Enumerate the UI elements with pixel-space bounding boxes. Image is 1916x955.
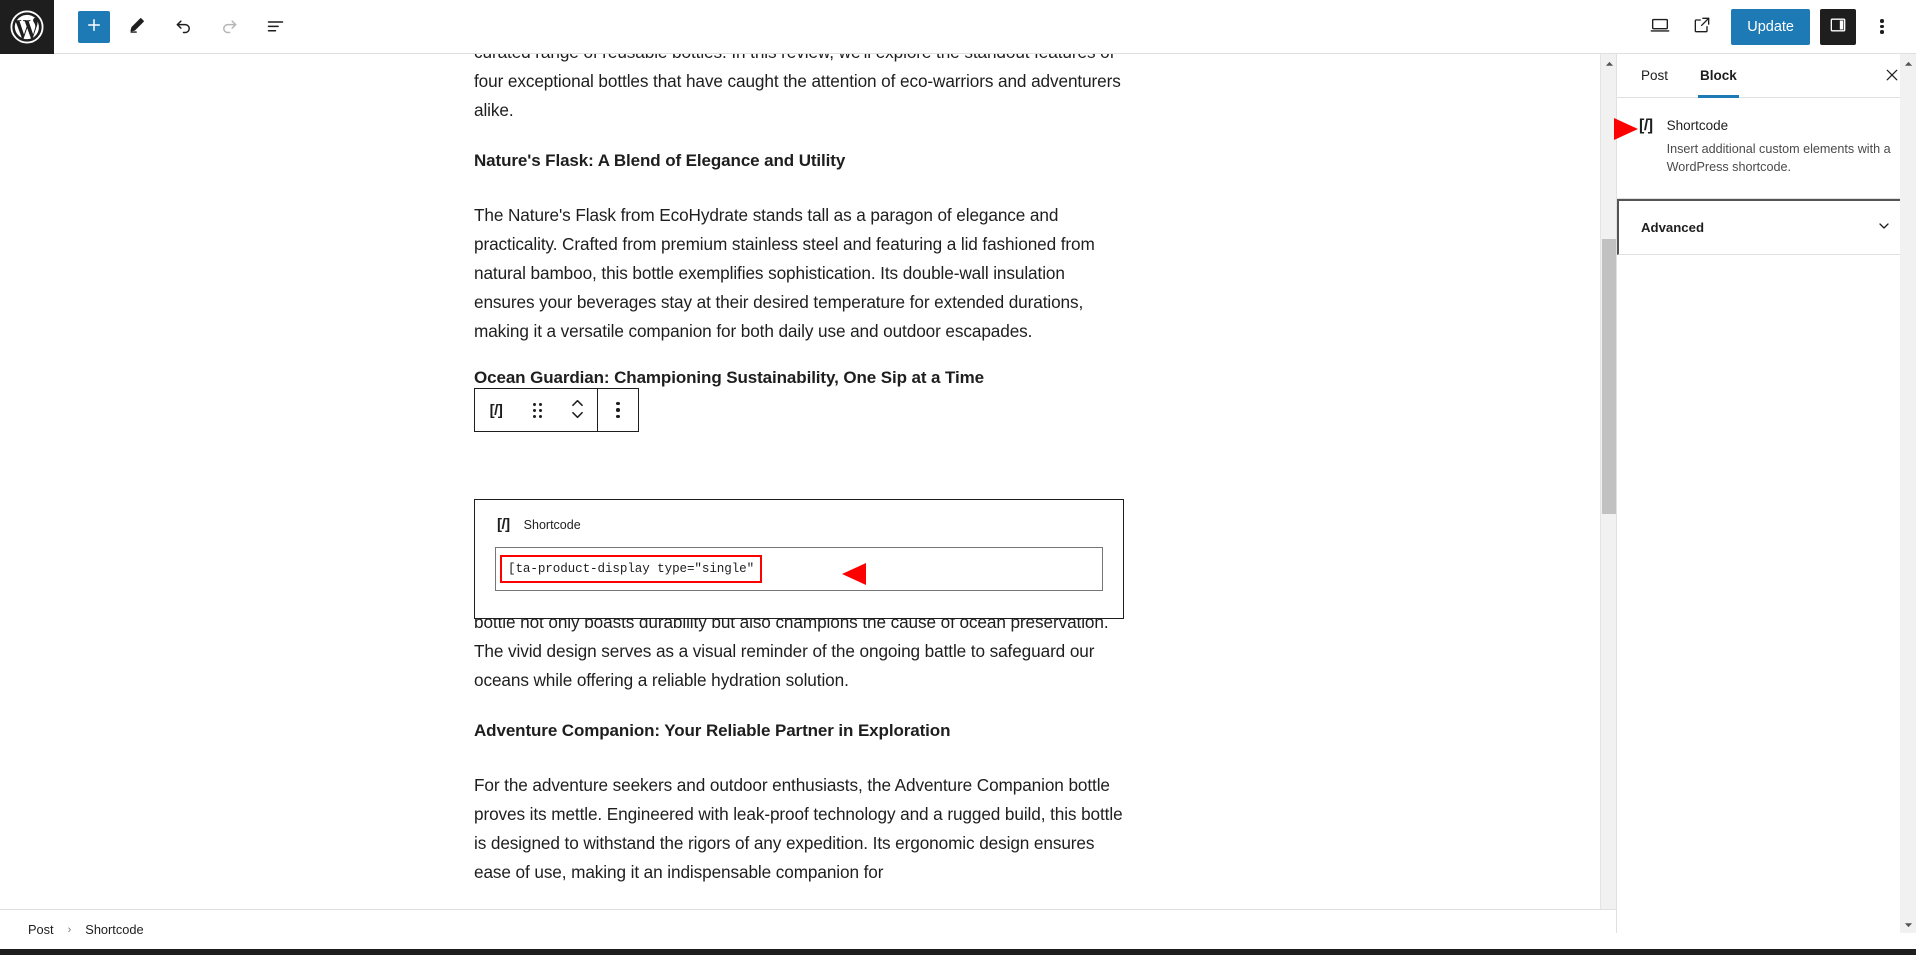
breadcrumb-separator: › bbox=[67, 923, 72, 936]
paragraph-block[interactable]: For the adventure seekers and outdoor en… bbox=[474, 771, 1124, 886]
block-toolbar-main-group: [/] bbox=[475, 389, 597, 431]
breadcrumb: Post › Shortcode bbox=[0, 909, 1616, 949]
sidebar-scrollbar[interactable] bbox=[1900, 54, 1916, 933]
chevron-down-icon bbox=[1876, 218, 1892, 237]
preview-button[interactable] bbox=[1641, 8, 1679, 46]
shortcode-block-label: Shortcode bbox=[523, 517, 581, 532]
move-up-down-icon bbox=[570, 397, 585, 424]
document-overview-icon bbox=[265, 15, 286, 39]
block-card-text: Shortcode Insert additional custom eleme… bbox=[1667, 116, 1894, 176]
block-card-description: Insert additional custom elements with a… bbox=[1666, 142, 1891, 174]
sidebar-panel-icon bbox=[1828, 15, 1848, 38]
update-button[interactable]: Update bbox=[1731, 8, 1810, 45]
breadcrumb-item-shortcode[interactable]: Shortcode bbox=[81, 919, 147, 940]
breadcrumb-item-post[interactable]: Post bbox=[24, 919, 58, 940]
top-bar-right-tools: Update bbox=[1641, 8, 1916, 46]
settings-sidebar: Post Block [/] Shortcode Insert addition… bbox=[1616, 54, 1916, 933]
view-post-button[interactable] bbox=[1683, 8, 1721, 46]
tools-button[interactable] bbox=[118, 8, 156, 46]
scroll-up-button[interactable] bbox=[1601, 54, 1617, 71]
post-content-column: curated range of reusable bottles. In th… bbox=[474, 54, 1124, 911]
block-toolbar: [/] bbox=[474, 388, 639, 432]
sidebar-scroll-down-button[interactable] bbox=[1900, 916, 1916, 933]
pencil-icon bbox=[127, 15, 147, 38]
desktop-preview-icon bbox=[1649, 14, 1671, 39]
chevron-down-icon bbox=[1904, 916, 1913, 934]
shortcode-block[interactable]: [/] Shortcode bbox=[474, 499, 1124, 619]
wordpress-logo-icon bbox=[10, 9, 44, 44]
panel-advanced[interactable]: Advanced bbox=[1617, 199, 1916, 255]
more-options-icon bbox=[616, 401, 620, 419]
shortcode-block-header: [/] Shortcode bbox=[495, 516, 1103, 533]
tab-block[interactable]: Block bbox=[1684, 54, 1753, 98]
paragraph-block[interactable]: The Nature's Flask from EcoHydrate stand… bbox=[474, 201, 1124, 345]
block-card-title: Shortcode bbox=[1666, 118, 1729, 133]
editor-options-button[interactable] bbox=[1864, 9, 1900, 45]
block-card: [/] Shortcode Insert additional custom e… bbox=[1617, 98, 1916, 199]
drag-handle-button[interactable] bbox=[517, 389, 557, 431]
heading-block[interactable]: Adventure Companion: Your Reliable Partn… bbox=[474, 718, 1124, 744]
redo-icon bbox=[219, 15, 240, 39]
editor-top-bar: Update bbox=[0, 0, 1916, 54]
block-movers-button[interactable] bbox=[557, 389, 597, 431]
sidebar-tab-list: Post Block bbox=[1617, 54, 1916, 98]
shortcode-input-wrapper[interactable] bbox=[495, 547, 1103, 591]
block-type-button[interactable]: [/] bbox=[475, 389, 517, 431]
sidebar-scroll-up-button[interactable] bbox=[1900, 54, 1916, 71]
editor-canvas: curated range of reusable bottles. In th… bbox=[0, 54, 1616, 933]
chevron-up-icon bbox=[1904, 54, 1913, 72]
redo-button[interactable] bbox=[210, 8, 248, 46]
panel-advanced-label: Advanced bbox=[1641, 220, 1705, 235]
heading-block[interactable]: Nature's Flask: A Blend of Elegance and … bbox=[474, 148, 1124, 174]
list-view-button[interactable] bbox=[256, 8, 294, 46]
paragraph-block[interactable]: curated range of reusable bottles. In th… bbox=[474, 54, 1124, 124]
plus-icon bbox=[85, 16, 103, 37]
shortcode-icon: [/] bbox=[1639, 117, 1653, 134]
tab-post[interactable]: Post bbox=[1625, 54, 1684, 98]
kebab-menu-icon bbox=[1880, 17, 1884, 36]
external-link-icon bbox=[1692, 15, 1712, 38]
shortcode-input[interactable] bbox=[500, 555, 762, 583]
wordpress-logo-button[interactable] bbox=[0, 0, 54, 54]
canvas-scrollbar[interactable] bbox=[1600, 54, 1616, 933]
close-icon bbox=[1884, 67, 1900, 86]
top-bar-left-tools bbox=[54, 8, 294, 46]
chevron-up-icon bbox=[1605, 54, 1614, 72]
drag-handle-icon bbox=[532, 402, 542, 418]
undo-icon bbox=[173, 15, 194, 39]
block-toolbar-options-group bbox=[598, 389, 638, 431]
add-block-button[interactable] bbox=[78, 10, 110, 43]
bottom-strip bbox=[0, 949, 1916, 955]
shortcode-icon: [/] bbox=[497, 516, 510, 533]
scrollbar-thumb[interactable] bbox=[1602, 239, 1616, 514]
undo-button[interactable] bbox=[164, 8, 202, 46]
block-more-options-button[interactable] bbox=[598, 389, 638, 431]
settings-sidebar-toggle[interactable] bbox=[1820, 8, 1856, 45]
